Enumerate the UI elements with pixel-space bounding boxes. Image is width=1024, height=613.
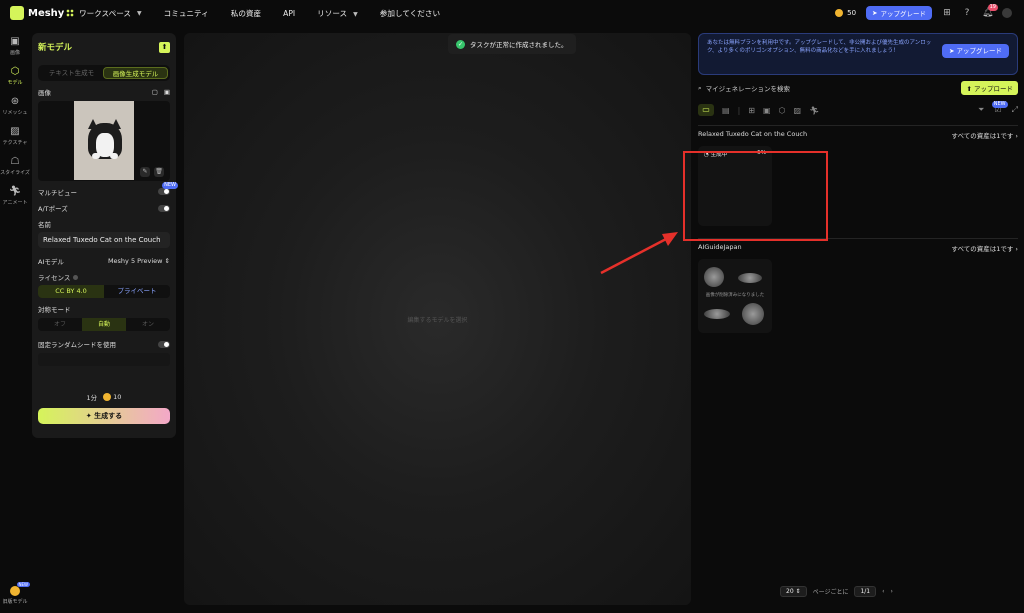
prev-page-icon[interactable]: ‹	[882, 588, 884, 595]
pointer-arrow	[600, 232, 678, 275]
per-page-label: ページごとに	[812, 589, 849, 596]
pagination: 20 ⇕ ページごとに 1/1 ‹ ›	[780, 586, 893, 597]
page-input[interactable]: 1/1	[854, 586, 877, 597]
page-size-select[interactable]: 20 ⇕	[780, 586, 807, 597]
next-page-icon[interactable]: ›	[891, 588, 893, 595]
page-size-value: 20	[786, 588, 794, 595]
